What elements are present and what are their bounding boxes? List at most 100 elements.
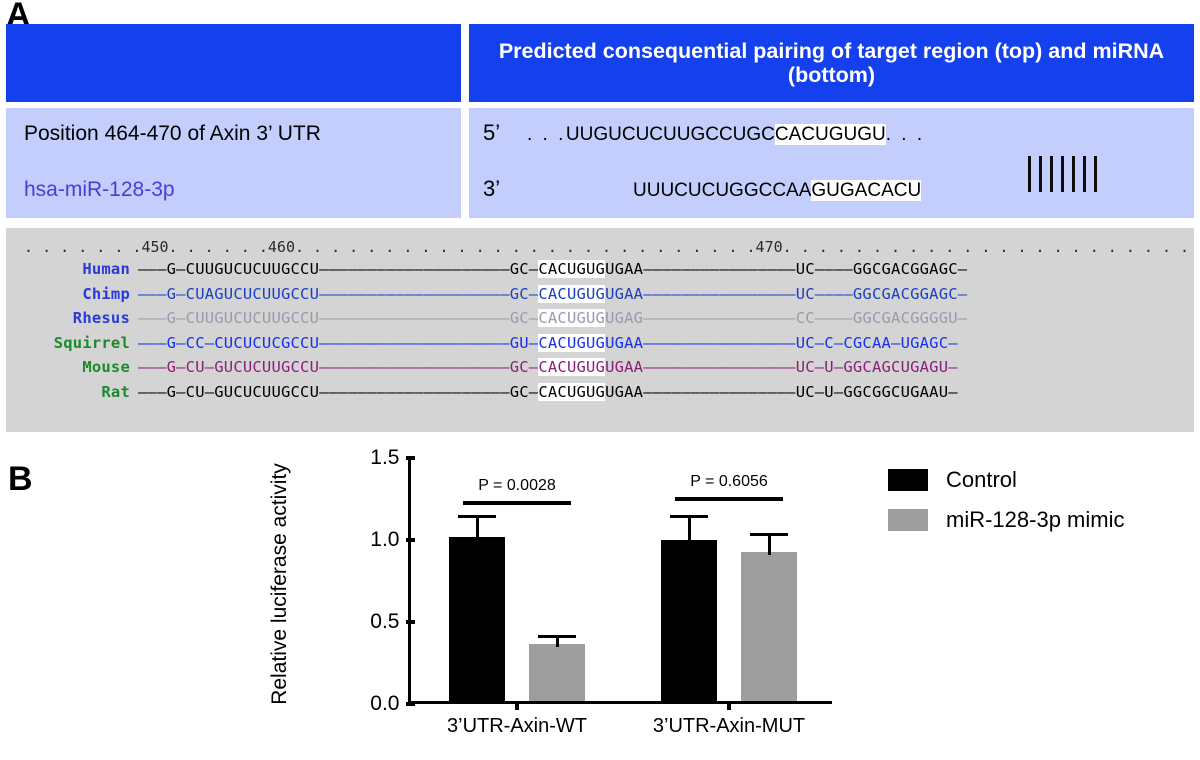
p-value-label: P = 0.0028	[478, 476, 556, 494]
sequence-prefix: ———G—CU—GUCUCUUGCCU————————————————————G…	[138, 382, 539, 401]
target-sequence-top: . . .UUGUCUCUUGCCUGCCACUGUGU. . .	[527, 124, 925, 146]
legend-swatch	[888, 469, 928, 491]
legend-swatch	[888, 509, 928, 531]
p-value-label: P = 0.6056	[690, 473, 768, 491]
mirna-seq-plain: UUUCUCUGGCCAA	[633, 180, 812, 201]
legend-item: miR-128-3p mimic	[888, 502, 1124, 538]
species-label: Squirrel	[53, 333, 130, 352]
sequence-suffix: UGAA————————————————UC—U—GGCAGCUGAGU—	[605, 358, 958, 376]
y-axis-tick-label: 1.5	[370, 446, 400, 469]
position-label: Position 464-470 of Axin 3’ UTR	[24, 122, 321, 145]
header-gap	[461, 24, 469, 102]
species-sequence: ———G—CU—GUCUCUUGCCU————————————————————G…	[138, 358, 958, 376]
pairing-bar	[1094, 156, 1097, 192]
y-axis-tick: 1.0	[370, 528, 415, 552]
pairing-bar	[1072, 156, 1075, 192]
mirna-seq-seed: GUGACACU	[811, 180, 922, 201]
error-bar-cap	[458, 515, 496, 519]
three-prime-label: 3’	[483, 176, 501, 201]
sequence-suffix: UGAA————————————————UC—C—CGCAA—UGAGC—	[605, 333, 958, 352]
target-seq-seed: CACUGUGU	[774, 124, 886, 145]
y-axis-tick-mark	[405, 456, 415, 460]
target-prediction-table: Predicted consequential pairing of targe…	[6, 24, 1194, 218]
x-axis-tick-mark	[727, 701, 731, 710]
error-bar-cap	[538, 635, 576, 639]
panel-b-label: B	[8, 460, 33, 498]
significance-line	[463, 500, 571, 505]
plot-region: 0.0 0.5 1.0 1.5 P = 0.0028 3’UTR-Axin-WT P = 0…	[370, 446, 832, 737]
trailing-dots: . . .	[885, 124, 925, 145]
y-axis-tick: 0.5	[370, 610, 415, 634]
legend-label: miR-128-3p mimic	[946, 507, 1125, 532]
sequence-prefix: ———G—CUAGUCUCUUGCCU————————————————————G…	[138, 284, 539, 303]
sequence-suffix: UGAA————————————————UC—U—GGCGGCUGAAU—	[605, 382, 958, 401]
species-sequence: ———G—CUAGUCUCUUGCCU————————————————————G…	[138, 284, 968, 303]
x-axis-tick-mark	[515, 701, 519, 710]
leading-dots: . . .	[527, 124, 566, 145]
base-pairing-bars	[1028, 156, 1097, 192]
table-header-left-cell	[6, 24, 461, 102]
table-header-right-cell: Predicted consequential pairing of targe…	[469, 24, 1194, 102]
pairing-bar	[1083, 156, 1086, 192]
error-bar	[767, 533, 771, 555]
luciferase-bar-chart: Relative luciferase activity 0.0 0.5 1.0 1.…	[268, 446, 860, 748]
species-label: Chimp	[82, 284, 130, 303]
error-bar-cap	[750, 533, 788, 537]
sequence-seed-match: CACUGUG	[538, 284, 606, 303]
target-seq-plain: UUGUCUCUUGCCUGC	[565, 124, 775, 145]
sequence-seed-match: CACUGUG	[538, 260, 606, 278]
mirna-sequence-bottom: UUUCUCUGGCCAAGUGACACU	[633, 180, 922, 202]
bar	[661, 540, 717, 701]
species-label: Rat	[101, 382, 130, 401]
sequence-prefix: ———G—CU—GUCUCUUGCCU————————————————————G…	[138, 358, 539, 376]
y-axis-tick-mark	[405, 538, 415, 542]
bar	[449, 537, 505, 701]
species-label: Mouse	[82, 358, 130, 376]
sequence-seed-match: CACUGUG	[538, 333, 606, 352]
sequence-prefix: ———G—CUUGUCUCUUGCCU————————————————————G…	[138, 260, 539, 278]
y-axis-tick-mark	[405, 702, 415, 706]
five-prime-label: 5’	[483, 120, 501, 145]
y-axis-tick-label: 1.0	[370, 528, 400, 551]
sequence-suffix: UGAG————————————————CC————GGCGACGGGGU—	[605, 309, 968, 327]
alignment-ruler: . . . . . . .450. . . . . .460. . . . . …	[24, 238, 1190, 256]
alignment-row: Rhesus ———G—CUUGUCUCUUGCCU———————————————…	[6, 309, 1194, 334]
y-axis-tick-label: 0.0	[370, 692, 400, 715]
table-body-row: Position 464-470 of Axin 3’ UTR hsa-miR-…	[6, 108, 1194, 218]
bar	[741, 551, 797, 701]
alignment-row: Human ———G—CUUGUCUCUUGCCU————————————————…	[6, 260, 1194, 285]
table-header-row: Predicted consequential pairing of targe…	[6, 24, 1194, 102]
sequence-seed-match: CACUGUG	[538, 358, 606, 376]
species-label: Rhesus	[72, 309, 130, 327]
alignment-row: Squirrel ———G—CC—CUCUCUCGCCU—————————————…	[6, 333, 1194, 359]
species-sequence: ———G—CUUGUCUCUUGCCU————————————————————G…	[138, 260, 967, 278]
body-gap	[461, 108, 469, 218]
error-bar	[687, 515, 691, 544]
alignment-row: Chimp ———G—CUAGUCUCUUGCCU————————————————…	[6, 284, 1194, 310]
species-label: Human	[82, 260, 130, 278]
error-bar-cap	[670, 515, 708, 519]
y-axis-title: Relative luciferase activity	[268, 463, 291, 705]
bar	[529, 643, 585, 701]
conservation-alignment-panel: . . . . . . .450. . . . . .460. . . . . …	[6, 228, 1194, 432]
sequence-prefix: ———G—CC—CUCUCUCGCCU————————————————————G…	[138, 333, 539, 352]
alignment-row: Rat ———G—CU—GUCUCUUGCCU——————————————————…	[6, 382, 1194, 408]
sequence-seed-match: CACUGUG	[538, 382, 606, 401]
chart-legend: Control miR-128-3p mimic	[888, 462, 1124, 542]
x-axis-tick-label: 3’UTR-Axin-MUT	[652, 715, 806, 737]
y-axis-tick-mark	[405, 620, 415, 624]
pairing-bar	[1061, 156, 1064, 192]
pairing-bar	[1039, 156, 1042, 192]
sequence-suffix: UGAA————————————————UC————GGCGACGGAGC—	[605, 284, 968, 303]
species-sequence: ———G—CU—GUCUCUUGCCU————————————————————G…	[138, 382, 958, 401]
alignment-rows: Human ———G—CUUGUCUCUUGCCU————————————————…	[6, 260, 1194, 407]
x-axis-tick-label: 3’UTR-Axin-WT	[447, 715, 587, 737]
legend-item: Control	[888, 462, 1124, 498]
error-bar	[475, 515, 479, 540]
mirna-name-label: hsa-miR-128-3p	[24, 178, 175, 201]
species-sequence: ———G—CC—CUCUCUCGCCU————————————————————G…	[138, 333, 958, 352]
y-axis-tick-label: 0.5	[370, 610, 400, 633]
pairing-bar	[1050, 156, 1053, 192]
sequence-suffix: UGAA————————————————UC————GGCGACGGAGC—	[605, 260, 968, 278]
significance-line	[675, 497, 783, 502]
